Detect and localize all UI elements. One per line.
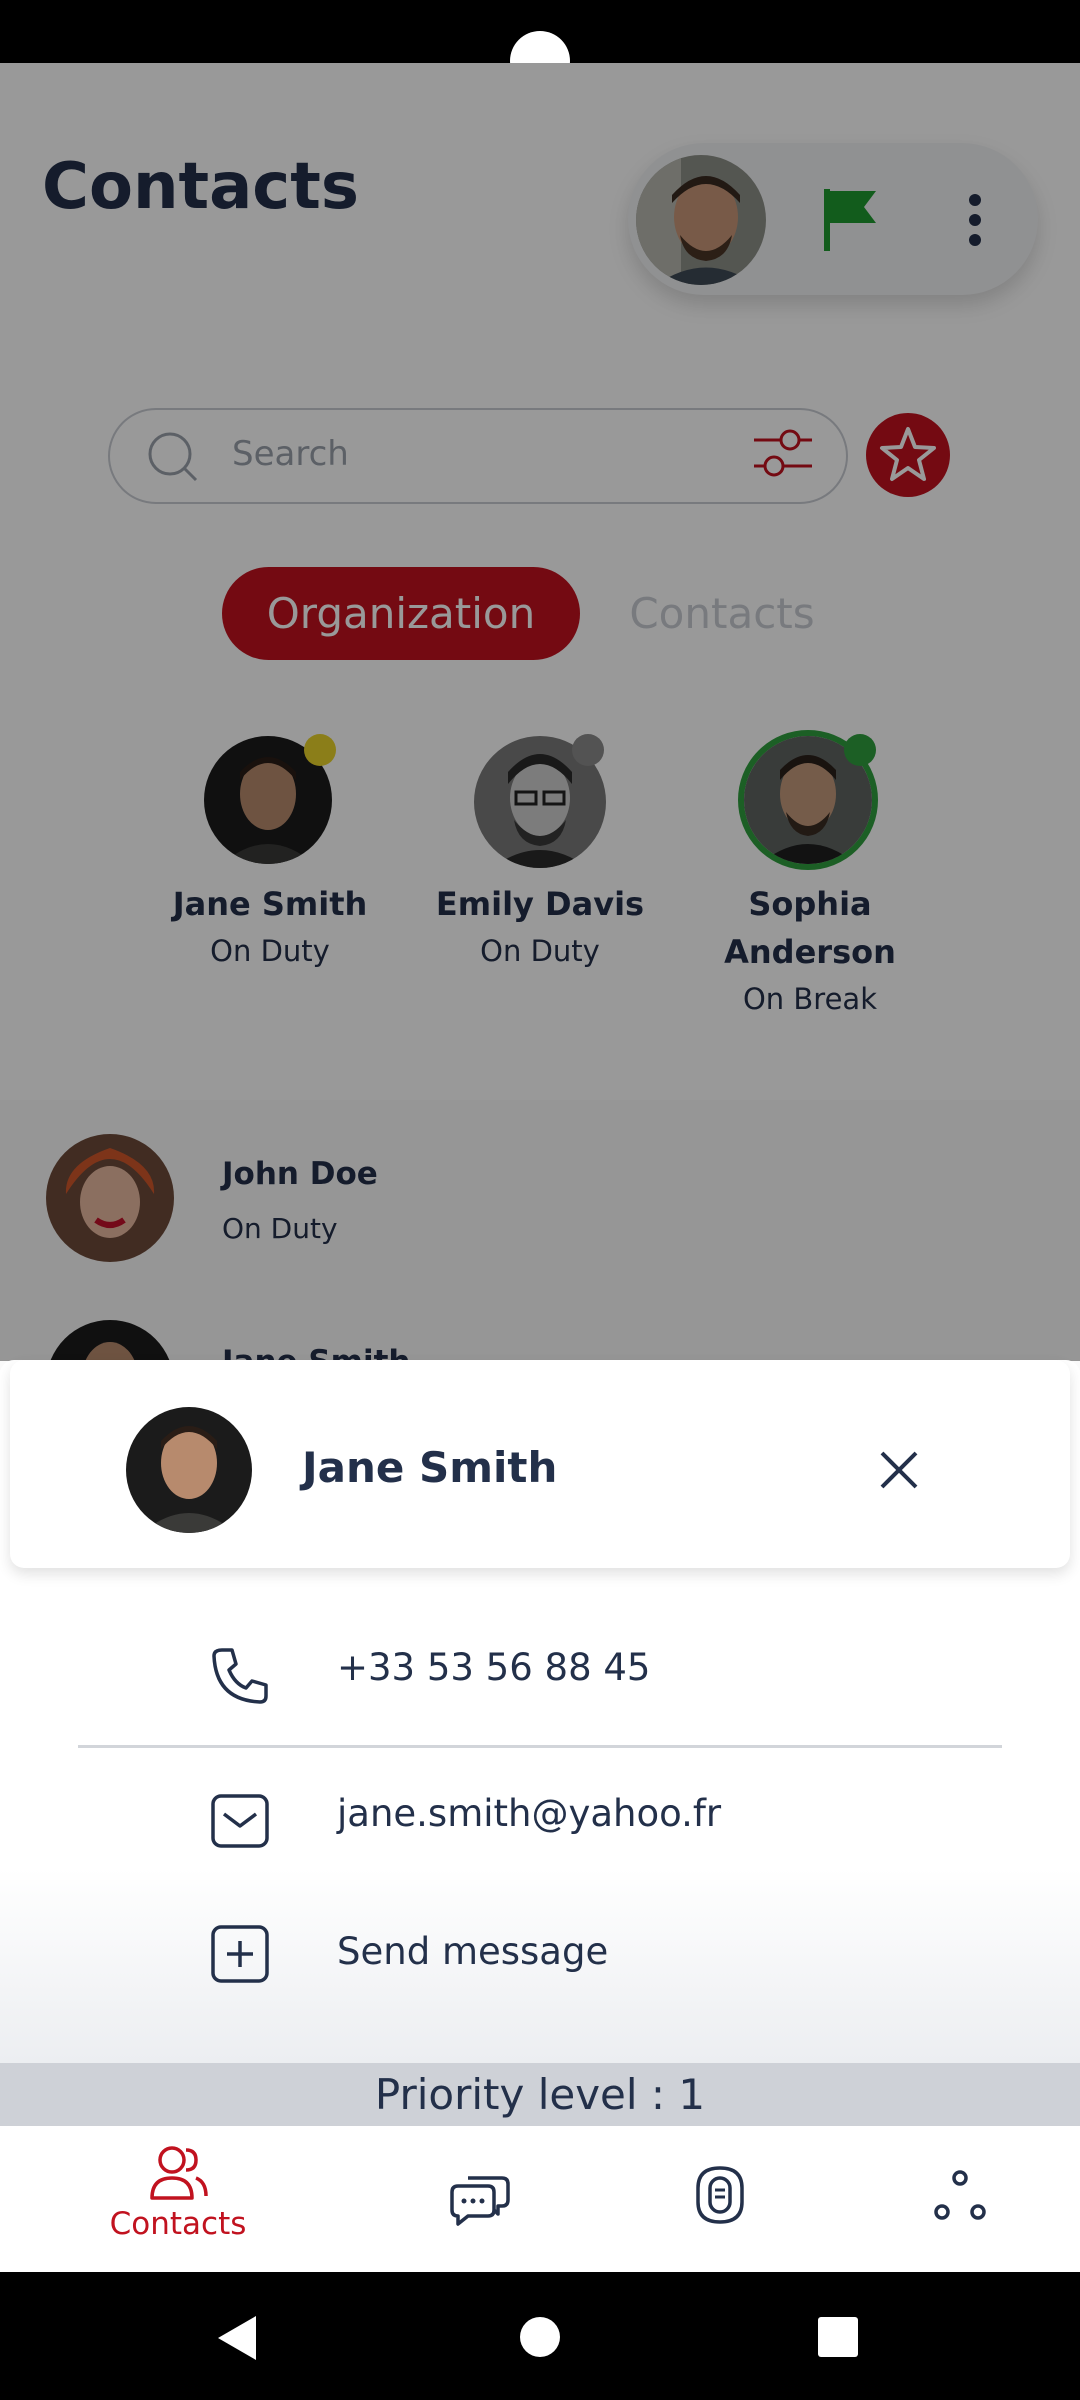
- avatar: [126, 1407, 252, 1533]
- nav-contacts-label: Contacts: [109, 2206, 247, 2242]
- recents-button[interactable]: [818, 2317, 858, 2357]
- send-message-row[interactable]: Send message: [78, 1892, 1002, 2032]
- home-button[interactable]: [520, 2317, 560, 2357]
- modal-overlay[interactable]: [0, 63, 1080, 1361]
- contacts-icon: [150, 2146, 208, 2200]
- email-address[interactable]: jane.smith@yahoo.fr: [337, 1792, 721, 1835]
- contact-name: Jane Smith: [302, 1443, 558, 1492]
- nav-chat[interactable]: [380, 2140, 580, 2260]
- nav-network[interactable]: [860, 2140, 1060, 2260]
- send-message-label: Send message: [337, 1930, 609, 1973]
- priority-level: Priority level : 1: [0, 2063, 1080, 2126]
- device-icon: [696, 2166, 744, 2224]
- close-icon[interactable]: [876, 1447, 922, 1493]
- phone-icon: [208, 1644, 272, 1708]
- add-message-icon: [208, 1922, 272, 1986]
- chat-icon: [450, 2176, 510, 2226]
- phone-number[interactable]: +33 53 56 88 45: [337, 1646, 650, 1689]
- phone-row[interactable]: +33 53 56 88 45: [78, 1604, 1002, 1748]
- nav-device[interactable]: [620, 2140, 820, 2260]
- nav-contacts[interactable]: Contacts: [78, 2140, 278, 2260]
- network-icon: [934, 2170, 986, 2220]
- back-button[interactable]: [210, 2310, 266, 2366]
- mail-icon: [208, 1790, 272, 1854]
